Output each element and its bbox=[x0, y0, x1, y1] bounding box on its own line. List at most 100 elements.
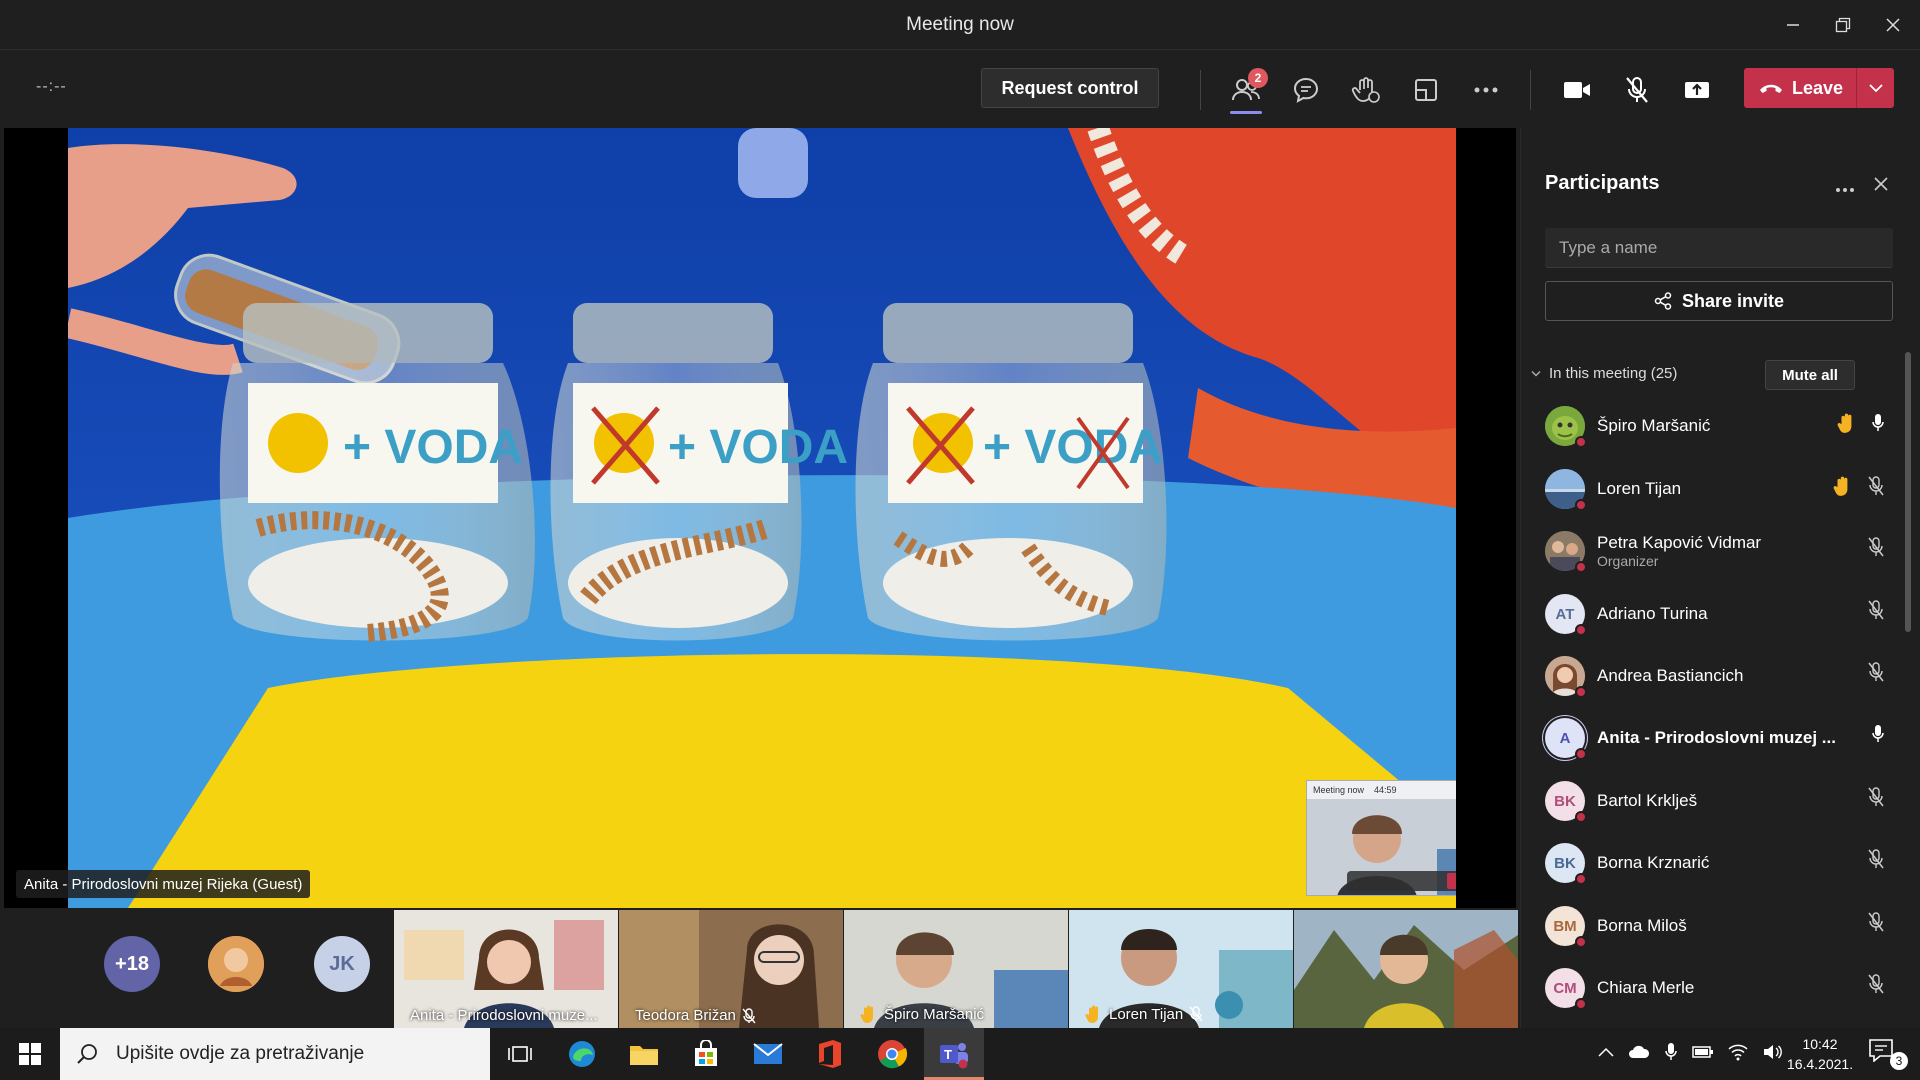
close-window-button[interactable] bbox=[1870, 8, 1916, 42]
participant-status-icons bbox=[1867, 974, 1885, 994]
battery-icon[interactable] bbox=[1692, 1045, 1714, 1059]
video-tile[interactable]: Anita - Prirodoslovni muze... bbox=[394, 910, 618, 1028]
leave-options-button[interactable] bbox=[1856, 68, 1894, 108]
avatar-initials[interactable]: JK bbox=[314, 936, 370, 992]
edge-taskbar-button[interactable] bbox=[552, 1028, 612, 1080]
clock-date: 16.4.2021. bbox=[1786, 1056, 1854, 1072]
video-tile[interactable]: Špiro Maršanić bbox=[844, 910, 1068, 1028]
chat-button[interactable] bbox=[1286, 72, 1326, 108]
overflow-participants-button[interactable]: +18 bbox=[104, 936, 160, 992]
panel-scrollbar[interactable] bbox=[1905, 352, 1911, 632]
minimize-button[interactable] bbox=[1770, 8, 1816, 42]
leave-button[interactable]: Leave bbox=[1744, 68, 1894, 108]
mute-all-button[interactable]: Mute all bbox=[1765, 360, 1855, 390]
participant-row[interactable]: CM Chiara Merle bbox=[1545, 960, 1885, 1016]
microphone-tray-icon[interactable] bbox=[1664, 1042, 1678, 1062]
participant-video-thumb bbox=[1294, 910, 1518, 1028]
mic-on-icon bbox=[1872, 414, 1884, 431]
camera-button[interactable] bbox=[1557, 72, 1597, 108]
wifi-icon[interactable] bbox=[1728, 1043, 1748, 1061]
avatar-initials: CM bbox=[1553, 979, 1577, 997]
minimize-icon bbox=[1787, 24, 1799, 26]
presence-status-dot bbox=[1575, 499, 1587, 511]
onedrive-cloud-icon[interactable] bbox=[1628, 1044, 1650, 1060]
avatar-initials: BK bbox=[1554, 792, 1576, 810]
self-view-window[interactable]: Meeting now 44:59 bbox=[1306, 780, 1456, 896]
svg-text:T: T bbox=[944, 1047, 952, 1062]
share-screen-button[interactable] bbox=[1677, 72, 1717, 108]
pip-time: 44:59 bbox=[1374, 785, 1397, 795]
video-tile[interactable]: Loren Tijan bbox=[1069, 910, 1293, 1028]
start-button[interactable] bbox=[0, 1028, 60, 1080]
participant-status-icons bbox=[1867, 537, 1885, 557]
self-view-video bbox=[1307, 799, 1456, 895]
participant-avatar bbox=[1545, 406, 1587, 448]
participants-badge: 2 bbox=[1248, 68, 1268, 88]
chrome-icon bbox=[878, 1040, 907, 1069]
profile-photo-avatar bbox=[208, 936, 264, 992]
participant-row[interactable]: BM Borna Miloš bbox=[1545, 898, 1885, 954]
office-button[interactable] bbox=[800, 1028, 860, 1080]
participant-row[interactable]: A Anita - Prirodoslovni muzej ... bbox=[1545, 710, 1885, 766]
store-button[interactable] bbox=[676, 1028, 736, 1080]
file-explorer-button[interactable] bbox=[614, 1028, 674, 1080]
restore-button[interactable] bbox=[1820, 8, 1866, 42]
teams-icon: T bbox=[940, 1043, 968, 1069]
task-view-button[interactable] bbox=[490, 1028, 550, 1080]
panel-more-button[interactable] bbox=[1835, 180, 1855, 198]
avatar-initials: A bbox=[1559, 729, 1571, 747]
clock-time: 10:42 bbox=[1802, 1036, 1838, 1052]
share-invite-button[interactable]: Share invite bbox=[1545, 281, 1893, 321]
presence-status-dot bbox=[1575, 624, 1587, 636]
mic-on-icon bbox=[1872, 725, 1884, 742]
office-icon bbox=[819, 1040, 841, 1068]
close-panel-button[interactable] bbox=[1873, 176, 1889, 197]
tile-name: Anita - Prirodoslovni muze... bbox=[410, 1007, 598, 1024]
participant-avatar: A bbox=[1545, 718, 1587, 760]
presence-status-dot bbox=[1575, 561, 1587, 573]
chevron-up-icon[interactable] bbox=[1598, 1047, 1614, 1057]
more-actions-button[interactable] bbox=[1466, 72, 1506, 108]
video-tile[interactable]: Teodora Brižan bbox=[619, 910, 843, 1028]
chevron-down-icon bbox=[1531, 370, 1541, 377]
participants-button[interactable]: 2 bbox=[1226, 68, 1268, 114]
chat-icon bbox=[1293, 77, 1319, 103]
section-label: In this meeting (25) bbox=[1549, 365, 1678, 382]
participant-row[interactable]: Andrea Bastiancich bbox=[1545, 648, 1885, 704]
participant-row[interactable]: BK Bartol Krklješ bbox=[1545, 773, 1885, 829]
participant-row[interactable]: AT Adriano Turina bbox=[1545, 586, 1885, 642]
participant-row[interactable]: BK Borna Krznarić bbox=[1545, 835, 1885, 891]
participant-row[interactable]: Špiro Maršanić bbox=[1545, 398, 1885, 454]
main-stage: + VODA + VODA + VODA Meeting now 44:59 A… bbox=[4, 128, 1516, 908]
store-bag-icon bbox=[695, 1040, 717, 1066]
rooms-button[interactable] bbox=[1406, 72, 1446, 108]
teams-button[interactable]: T bbox=[924, 1028, 984, 1080]
notifications-button[interactable]: 3 bbox=[1868, 1038, 1908, 1070]
reactions-button[interactable] bbox=[1346, 72, 1386, 108]
request-control-button[interactable]: Request control bbox=[981, 68, 1159, 108]
meeting-toolbar: --:-- Request control 2 Leave bbox=[0, 50, 1920, 128]
taskbar-search-box[interactable]: Upišite ovdje za pretraživanje bbox=[60, 1028, 490, 1080]
taskbar-search-placeholder: Upišite ovdje za pretraživanje bbox=[116, 1043, 365, 1064]
mail-button[interactable] bbox=[738, 1028, 798, 1080]
in-meeting-section-toggle[interactable]: In this meeting (25) bbox=[1531, 365, 1677, 382]
participant-search-input[interactable] bbox=[1545, 228, 1893, 268]
participant-row[interactable]: Petra Kapović Vidmar Organizer bbox=[1545, 523, 1885, 579]
taskbar-clock[interactable]: 10:42 16.4.2021. bbox=[1770, 1034, 1870, 1074]
participant-avatar bbox=[1545, 469, 1587, 511]
avatar[interactable] bbox=[208, 936, 264, 992]
avatar-initials: BM bbox=[1553, 917, 1577, 935]
mic-off-icon bbox=[1868, 476, 1884, 496]
presence-status-dot bbox=[1575, 936, 1587, 948]
jar-3: + VODA bbox=[855, 303, 1167, 641]
video-tile[interactable] bbox=[1294, 910, 1518, 1028]
mail-icon bbox=[753, 1043, 783, 1064]
raised-hand-icon bbox=[1837, 413, 1852, 433]
mic-off-icon bbox=[1868, 537, 1884, 557]
avatar-initials: AT bbox=[1555, 605, 1575, 623]
microphone-button[interactable] bbox=[1617, 72, 1657, 108]
chevron-down-icon bbox=[1868, 84, 1883, 93]
breakout-rooms-icon bbox=[1415, 79, 1437, 101]
participant-row[interactable]: Loren Tijan bbox=[1545, 461, 1885, 517]
chrome-button[interactable] bbox=[862, 1028, 922, 1080]
